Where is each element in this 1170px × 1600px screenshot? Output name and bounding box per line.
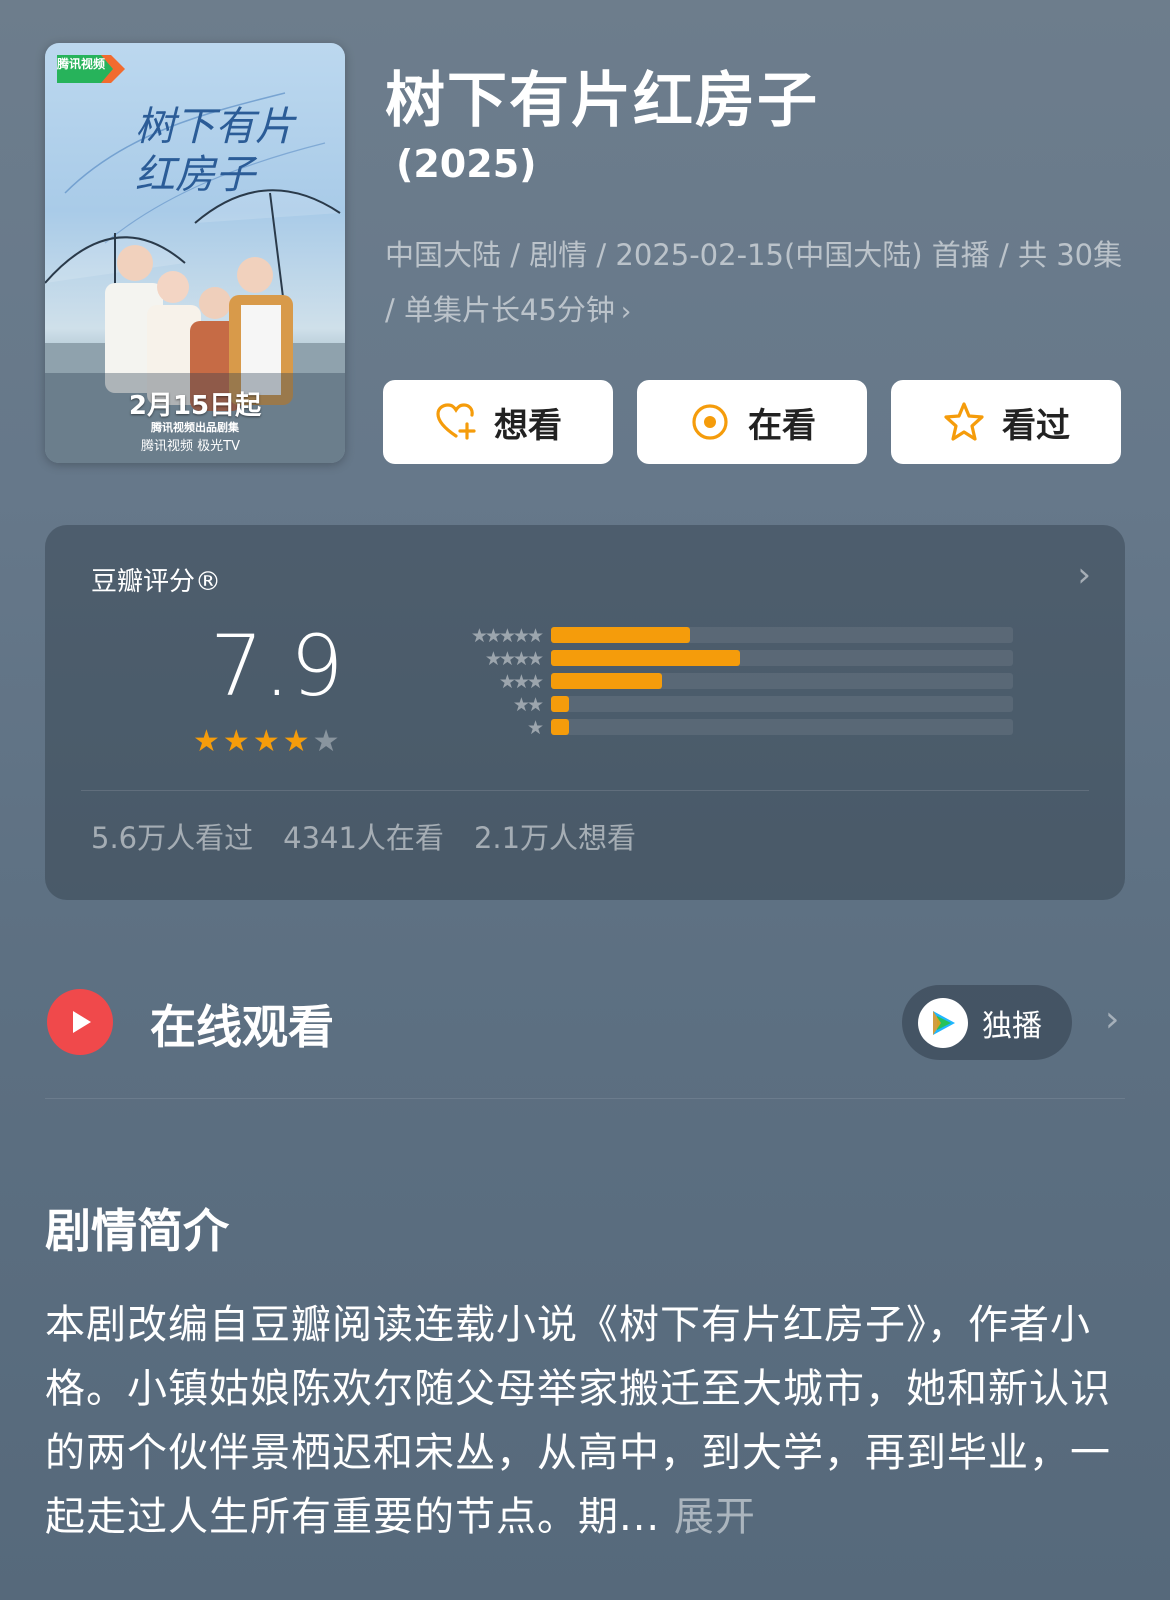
rating-distribution: ★★★★★ ★★★★ ★★★ ★★ ★ (383, 625, 1013, 740)
exclusive-badge[interactable]: 独播 (902, 985, 1072, 1060)
heart-plus-icon (436, 403, 476, 440)
star-filled-icon: ★ (193, 724, 220, 759)
play-icon (47, 989, 113, 1055)
rating-card[interactable]: 豆瓣评分® › 7.9 ★ ★ ★ ★ ★ ★★★★★ ★★★★ ★★★ ★★ ★ 5.6万人看… (45, 525, 1125, 900)
online-watch-row[interactable]: 在线观看 独播 › (45, 985, 1125, 1085)
distribution-row-4-star: ★★★★ (383, 648, 1013, 671)
distribution-row-2-star: ★★ (383, 694, 1013, 717)
distribution-track (551, 673, 1013, 689)
synopsis-title: 剧情简介 (45, 1204, 229, 1258)
stat-want: 2.1万人想看 (473, 821, 637, 855)
synopsis-text: 本剧改编自豆瓣阅读连载小说《树下有片红房子》，作者小格。小镇姑娘陈欢尔随父母举家… (45, 1302, 1111, 1540)
distribution-stars-icon: ★★★ (498, 671, 544, 693)
distribution-stars-icon: ★ (526, 717, 544, 739)
rating-score: 7.9 (210, 617, 344, 715)
target-icon (692, 404, 728, 440)
rating-label: 豆瓣评分® (91, 567, 222, 597)
star-filled-icon: ★ (222, 724, 250, 759)
chevron-right-icon: › (620, 297, 632, 327)
distribution-row-5-star: ★★★★★ (383, 625, 1013, 648)
watching-label: 在看 (748, 405, 816, 446)
star-outline-icon (944, 402, 984, 441)
chevron-right-icon: › (1077, 555, 1091, 595)
poster-platforms: 腾讯视频 极光TV (141, 439, 240, 454)
show-meta[interactable]: 中国大陆 / 剧情 / 2025-02-15(中国大陆) 首播 / 共 30集 … (385, 228, 1125, 340)
distribution-bar (551, 627, 690, 643)
star-empty-icon: ★ (312, 724, 340, 759)
watched-label: 看过 (1002, 405, 1070, 446)
show-meta-text: 中国大陆 / 剧情 / 2025-02-15(中国大陆) 首播 / 共 30集 … (385, 238, 1123, 327)
distribution-stars-icon: ★★★★★ (470, 625, 544, 647)
synopsis-text-block: 本剧改编自豆瓣阅读连载小说《树下有片红房子》，作者小格。小镇姑娘陈欢尔随父母举家… (45, 1293, 1130, 1549)
action-bar: 想看 在看 看过 (383, 380, 1121, 464)
distribution-stars-icon: ★★★★ (484, 648, 544, 670)
distribution-track (551, 719, 1013, 735)
poster-image[interactable]: 腾讯视频 树下有片红房子 2月15日起 腾讯视频出品剧集 腾讯视频 极光TV (45, 43, 345, 463)
poster-title-art: 树下有片红房子 (135, 104, 295, 198)
distribution-track (551, 627, 1013, 643)
online-watch-label: 在线观看 (150, 1000, 334, 1054)
distribution-bar (551, 673, 662, 689)
want-label: 想看 (494, 405, 562, 446)
star-filled-icon: ★ (252, 724, 280, 759)
distribution-stars-icon: ★★ (512, 694, 544, 716)
expand-link[interactable]: 展开 (674, 1494, 756, 1540)
show-year: (2025) (396, 142, 537, 186)
watched-button[interactable]: 看过 (891, 380, 1121, 464)
star-filled-icon: ★ (282, 724, 310, 759)
stat-watching: 4341人在看 (283, 821, 444, 855)
distribution-bar (551, 650, 741, 666)
distribution-row-3-star: ★★★ (383, 671, 1013, 694)
rating-stars: ★ ★ ★ ★ ★ (193, 727, 340, 757)
distribution-track (551, 696, 1013, 712)
distribution-bar (551, 719, 570, 735)
distribution-row-1-star: ★ (383, 717, 1013, 740)
divider (81, 790, 1089, 791)
distribution-bar (551, 696, 570, 712)
poster-logo-text: 腾讯视频 (57, 57, 106, 71)
chevron-right-icon: › (1105, 999, 1120, 1040)
poster-date: 2月15日起 (128, 391, 262, 421)
stat-watched: 5.6万人看过 (91, 821, 254, 855)
watching-button[interactable]: 在看 (637, 380, 867, 464)
divider (45, 1098, 1125, 1099)
want-button[interactable]: 想看 (383, 380, 613, 464)
show-title: 树下有片红房子 (385, 66, 819, 136)
exclusive-label: 独播 (982, 1008, 1042, 1044)
distribution-track (551, 650, 1013, 666)
rating-stats: 5.6万人看过 4341人在看 2.1万人想看 (91, 815, 636, 857)
poster-tagline: 腾讯视频出品剧集 (151, 421, 239, 434)
tencent-video-icon (918, 997, 968, 1048)
